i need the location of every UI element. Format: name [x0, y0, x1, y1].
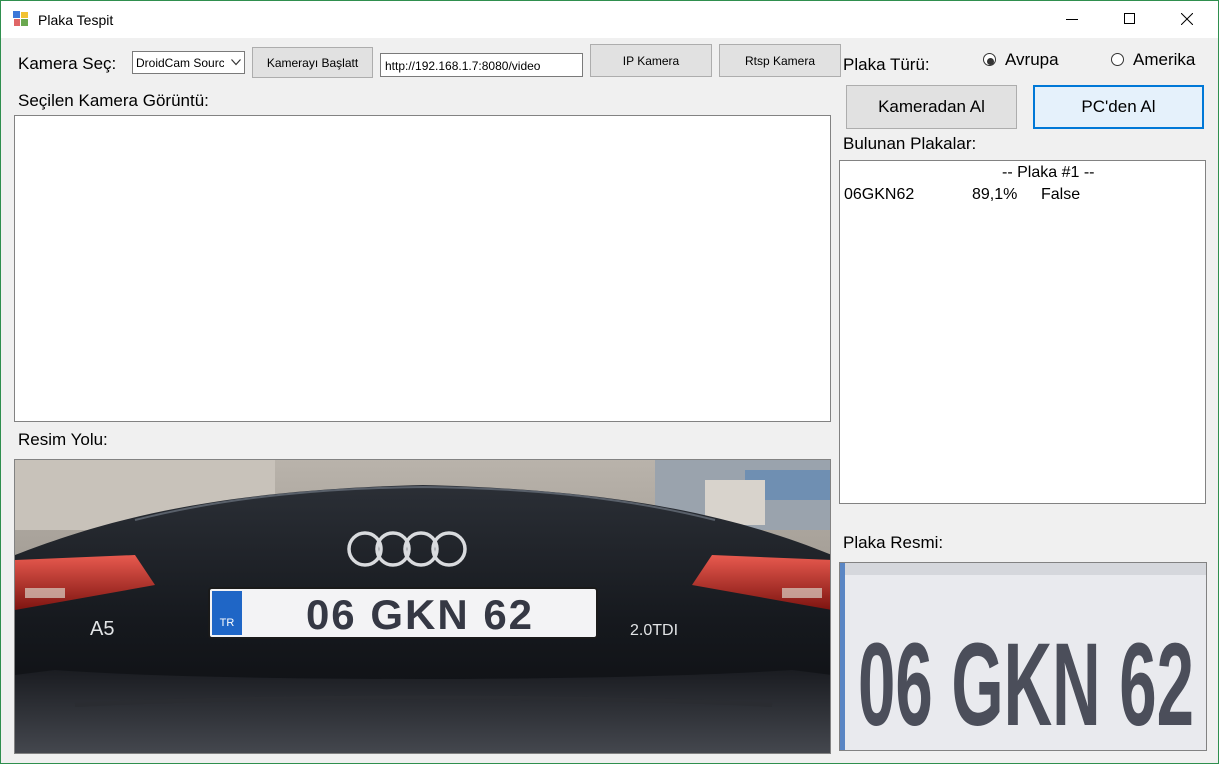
camera-view-panel [14, 115, 831, 422]
radio-amerika-label: Amerika [1133, 50, 1196, 69]
plate-result-confidence: 89,1% [972, 186, 1018, 203]
rtsp-camera-button[interactable]: Rtsp Kamera [719, 44, 841, 77]
radio-circle [1111, 53, 1124, 66]
radio-circle [983, 53, 996, 66]
found-plates-list[interactable]: -- Plaka #1 -- 06GKN62 89,1% False [839, 160, 1206, 504]
camera-url-input[interactable]: http://192.168.1.7:8080/video [380, 53, 583, 77]
close-button[interactable] [1158, 1, 1216, 38]
title-bar: Plaka Tespit [1, 1, 1218, 38]
plate-type-label: Plaka Türü: [843, 55, 930, 74]
plate-country-code: TR [220, 617, 235, 629]
app-window: Plaka Tespit Kamera Seç: DroidCam Source… [0, 0, 1219, 764]
radio-avrupa-label: Avrupa [1005, 50, 1059, 69]
minimize-button[interactable] [1043, 1, 1101, 38]
plate-result-text: 06GKN62 [844, 186, 915, 203]
start-camera-button[interactable]: Kamerayı Başlatt [252, 47, 373, 78]
minimize-icon [1066, 19, 1078, 20]
window-title: Plaka Tespit [38, 12, 114, 28]
found-plates-label: Bulunan Plakalar: [843, 134, 977, 153]
from-camera-button[interactable]: Kameradan Al [846, 85, 1017, 129]
camera-select-label: Kamera Seç: [18, 54, 117, 73]
camera-view-label: Seçilen Kamera Görüntü: [18, 91, 209, 110]
car-plate-text: 06 GKN 62 [306, 591, 534, 638]
plate-image-label: Plaka Resmi: [843, 533, 944, 552]
maximize-button[interactable] [1101, 1, 1159, 38]
car-image: A5 2.0TDI TR 06 GKN 62 [15, 460, 830, 753]
app-icon [13, 11, 28, 26]
plate-crop-text: 06 GKN 62 [858, 619, 1194, 751]
chevron-down-icon [231, 59, 241, 66]
car-engine-badge: 2.0TDI [630, 622, 678, 639]
ip-camera-button[interactable]: IP Kamera [590, 44, 712, 77]
camera-source-value: DroidCam Source [136, 56, 224, 70]
plate-crop-image: 06 GKN 62 [840, 563, 1206, 751]
plate-crop: 06 GKN 62 [839, 562, 1207, 751]
camera-source-select[interactable]: DroidCam Source [132, 51, 245, 74]
close-icon [1181, 13, 1193, 25]
car-photo: A5 2.0TDI TR 06 GKN 62 [14, 459, 831, 754]
list-header: -- Plaka #1 -- [1002, 164, 1095, 181]
plate-result-match: False [1041, 186, 1081, 203]
image-path-label: Resim Yolu: [18, 430, 108, 449]
from-pc-button[interactable]: PC'den Al [1033, 85, 1204, 129]
radio-dot [987, 58, 994, 65]
car-model-badge: A5 [90, 618, 114, 640]
maximize-icon [1124, 13, 1135, 24]
